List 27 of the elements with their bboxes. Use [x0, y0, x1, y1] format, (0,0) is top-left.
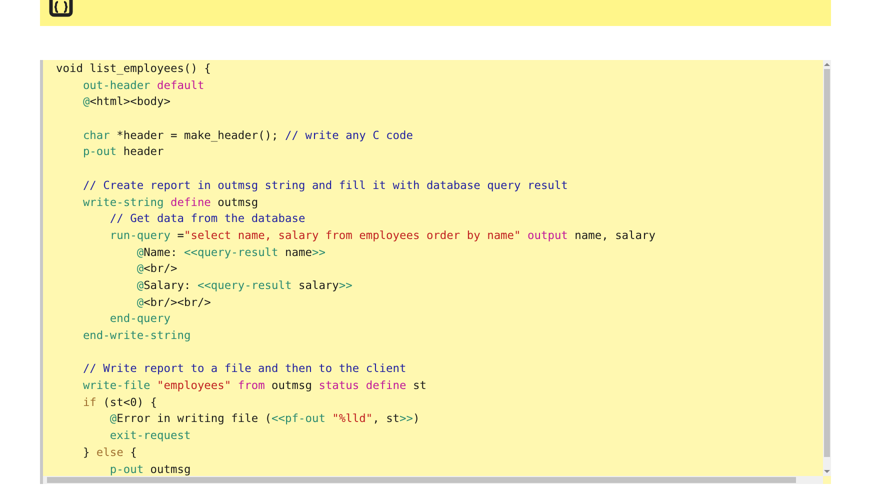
code-line: run-query ="select name, salary from employees order by name" output name, salary	[110, 228, 656, 244]
code-editor[interactable]	[40, 60, 831, 484]
code-line: @Salary: <<query-result salary>>	[136, 278, 352, 294]
code-line: out-header default	[82, 78, 204, 94]
code-line: @Error in writing file (<<pf-out "%lld", st>>)	[110, 411, 420, 428]
code-line: @<html><body>	[82, 94, 171, 110]
code-line: p-out header	[82, 144, 164, 160]
code-line: @<br/><br/>	[136, 294, 211, 311]
code-line: void list_employees() {	[56, 61, 211, 77]
scroll-down-icon[interactable]	[824, 470, 830, 473]
code-line: @<br/>	[136, 261, 178, 278]
code-line: write-file "employees" from outmsg status define st	[82, 378, 426, 394]
scroll-up-icon[interactable]	[824, 63, 830, 66]
code-line: // Create report in outmsg string and fill it with database query result	[82, 178, 568, 194]
vertical-scrollbar[interactable]	[823, 60, 831, 476]
code-line: @Name: <<query-result name>>	[136, 244, 326, 261]
code-line: end-query	[110, 311, 170, 328]
code-line: } else {	[82, 444, 137, 461]
horizontal-scrollbar[interactable]	[43, 476, 823, 484]
code-line: exit-request	[110, 428, 191, 444]
code-line: write-string define outmsg	[82, 194, 258, 210]
code-line: char *header = make_header(); // write any C code	[82, 128, 413, 144]
code-line: // Get data from the database	[110, 211, 306, 228]
code-line: if (st<0) {	[82, 394, 158, 411]
code-line: p-out outmsg	[110, 462, 191, 478]
code-line: // Write report to a file and then to the client	[82, 361, 406, 378]
code-line: end-write-string	[82, 328, 191, 344]
